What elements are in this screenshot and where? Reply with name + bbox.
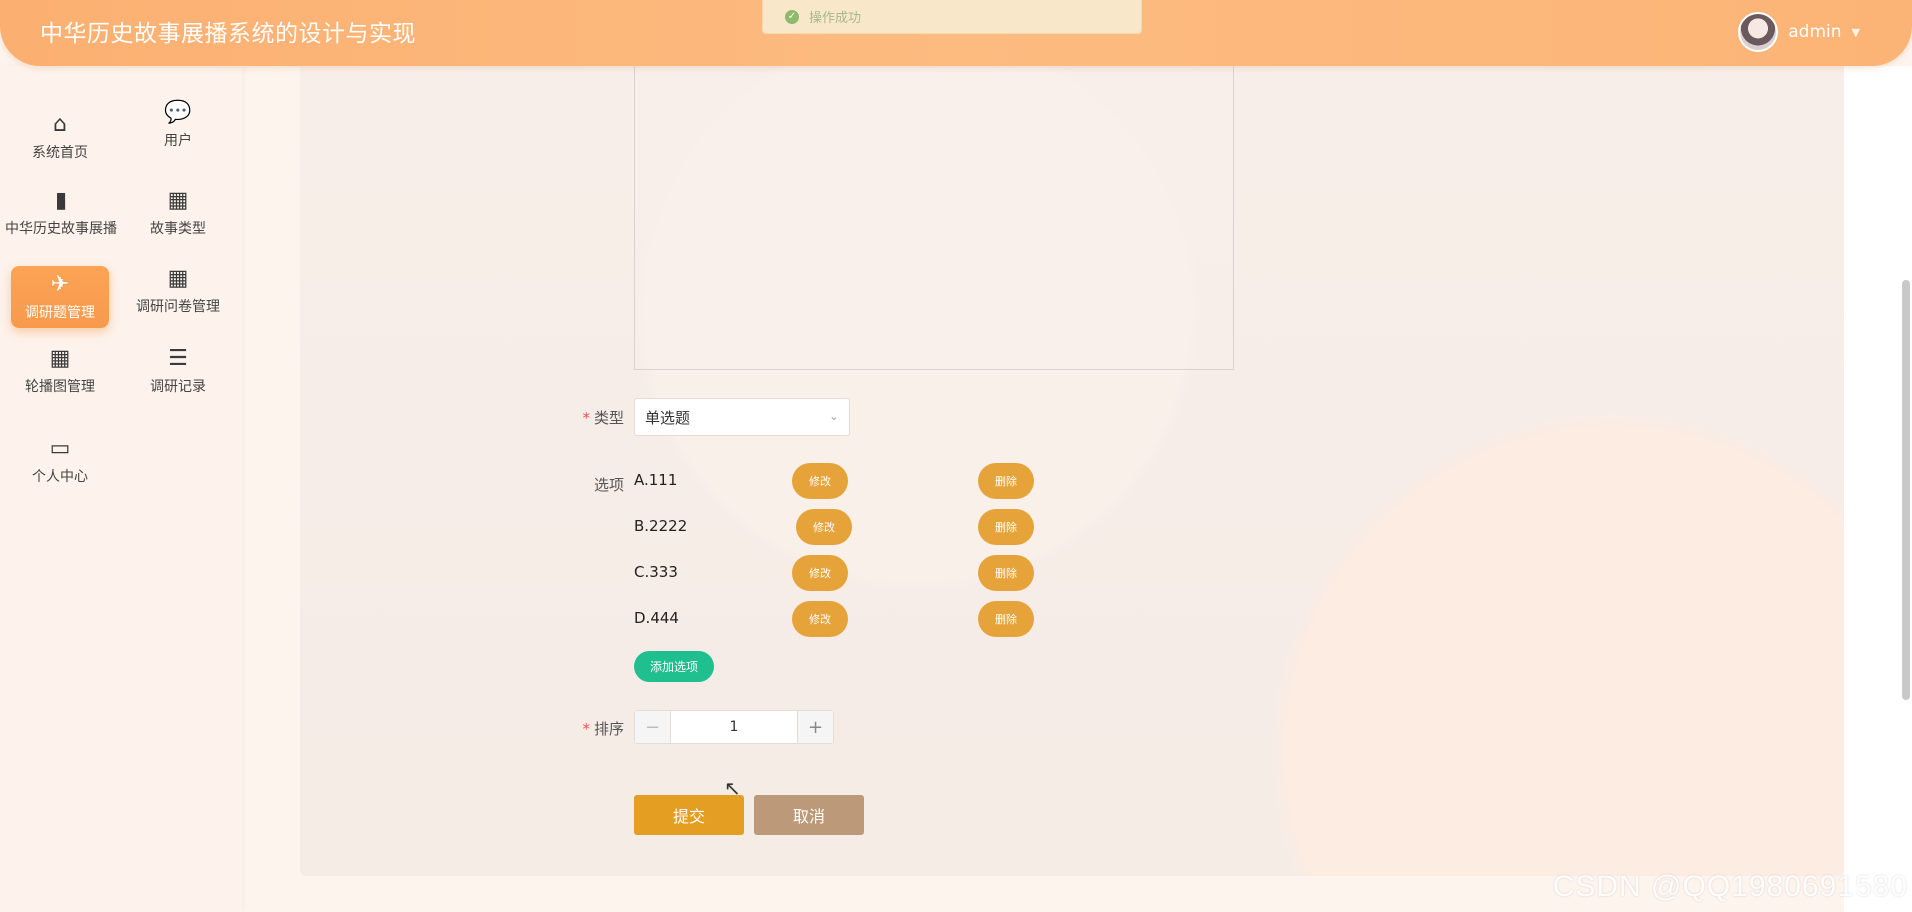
sidebar-item-label: 调研题管理 bbox=[25, 304, 95, 321]
delete-option-button[interactable]: 删除 bbox=[978, 555, 1034, 591]
add-option-button[interactable]: 添加选项 bbox=[634, 651, 714, 682]
submit-button[interactable]: 提交 bbox=[634, 795, 744, 835]
increment-button[interactable]: + bbox=[797, 711, 833, 743]
sort-stepper[interactable]: − 1 + bbox=[634, 710, 834, 744]
sidebar-item-label: 轮播图管理 bbox=[25, 378, 95, 395]
rich-text-editor[interactable] bbox=[634, 66, 1234, 370]
cancel-button[interactable]: 取消 bbox=[754, 795, 864, 835]
sidebar-item-survey-questions[interactable]: ✈ 调研题管理 bbox=[11, 266, 109, 328]
watermark: CSDN @QQ1980691580 bbox=[1552, 870, 1908, 903]
sidebar-item-label: 中华历史故事展播 bbox=[5, 220, 117, 237]
sidebar-item-story-broadcast[interactable]: ▮ 中华历史故事展播 bbox=[4, 182, 118, 244]
grid-icon: ▦ bbox=[49, 345, 71, 371]
user-menu[interactable]: admin ▼ bbox=[1738, 12, 1860, 52]
sidebar-item-survey-forms[interactable]: ▦ 调研问卷管理 bbox=[122, 260, 234, 322]
sidebar-item-label: 用户 bbox=[164, 132, 192, 149]
edit-option-button[interactable]: 修改 bbox=[792, 555, 848, 591]
option-text: B.2222 bbox=[634, 517, 688, 535]
mouse-cursor-icon: ↖ bbox=[724, 776, 741, 800]
sidebar-item-label: 系统首页 bbox=[32, 144, 88, 161]
sort-label: * 排序 bbox=[582, 720, 624, 738]
success-toast: ✓ 操作成功 bbox=[762, 0, 1142, 34]
sidebar-item-survey-records[interactable]: ☰ 调研记录 bbox=[122, 340, 234, 402]
paper-plane-icon: ✈ bbox=[50, 271, 70, 297]
sidebar-item-label: 调研问卷管理 bbox=[136, 298, 220, 315]
scrollbar[interactable] bbox=[1902, 280, 1910, 700]
wallet-icon: ▭ bbox=[49, 435, 71, 461]
type-label: * 类型 bbox=[582, 409, 624, 427]
user-name[interactable]: admin bbox=[1788, 22, 1841, 42]
type-select[interactable]: 单选题 ⌄ bbox=[634, 398, 850, 436]
delete-option-button[interactable]: 删除 bbox=[978, 509, 1034, 545]
option-text: C.333 bbox=[634, 563, 678, 581]
list-indent-icon: ☰ bbox=[168, 345, 188, 371]
grid-icon: ▦ bbox=[167, 187, 189, 213]
sidebar-item-carousel[interactable]: ▦ 轮播图管理 bbox=[4, 340, 116, 402]
check-circle-icon: ✓ bbox=[785, 9, 799, 24]
type-select-value: 单选题 bbox=[645, 408, 691, 427]
delete-option-button[interactable]: 删除 bbox=[978, 601, 1034, 637]
app-title: 中华历史故事展播系统的设计与实现 bbox=[40, 21, 416, 47]
edit-option-button[interactable]: 修改 bbox=[792, 601, 848, 637]
sidebar-item-label: 个人中心 bbox=[32, 468, 88, 485]
edit-option-button[interactable]: 修改 bbox=[796, 509, 852, 545]
sidebar-item-home[interactable]: ⌂ 系统首页 bbox=[4, 106, 116, 168]
toast-message: 操作成功 bbox=[809, 11, 862, 26]
sidebar-item-label: 调研记录 bbox=[150, 378, 206, 395]
sort-value[interactable]: 1 bbox=[671, 711, 797, 743]
chat-icon: 💬 bbox=[164, 99, 192, 125]
options-label: 选项 bbox=[593, 476, 624, 494]
option-text: A.111 bbox=[634, 471, 678, 489]
edit-option-button[interactable]: 修改 bbox=[792, 463, 848, 499]
option-text: D.444 bbox=[634, 609, 679, 627]
home-icon: ⌂ bbox=[53, 111, 67, 137]
sidebar-item-label: 故事类型 bbox=[150, 220, 206, 237]
sidebar: ⌂ 系统首页 💬 用户 ▮ 中华历史故事展播 ▦ 故事类型 ✈ 调研题管理 ▦ … bbox=[0, 66, 242, 912]
decrement-button[interactable]: − bbox=[635, 711, 671, 743]
avatar[interactable] bbox=[1738, 12, 1779, 52]
chevron-down-icon[interactable]: ▼ bbox=[1852, 26, 1860, 39]
sidebar-item-users[interactable]: 💬 用户 bbox=[122, 94, 234, 156]
bar-chart-icon: ▮ bbox=[54, 187, 68, 213]
grid-icon: ▦ bbox=[167, 265, 189, 291]
sidebar-item-profile[interactable]: ▭ 个人中心 bbox=[4, 430, 116, 492]
chevron-down-icon: ⌄ bbox=[828, 409, 839, 423]
delete-option-button[interactable]: 删除 bbox=[978, 463, 1034, 499]
sidebar-item-story-type[interactable]: ▦ 故事类型 bbox=[122, 182, 234, 244]
